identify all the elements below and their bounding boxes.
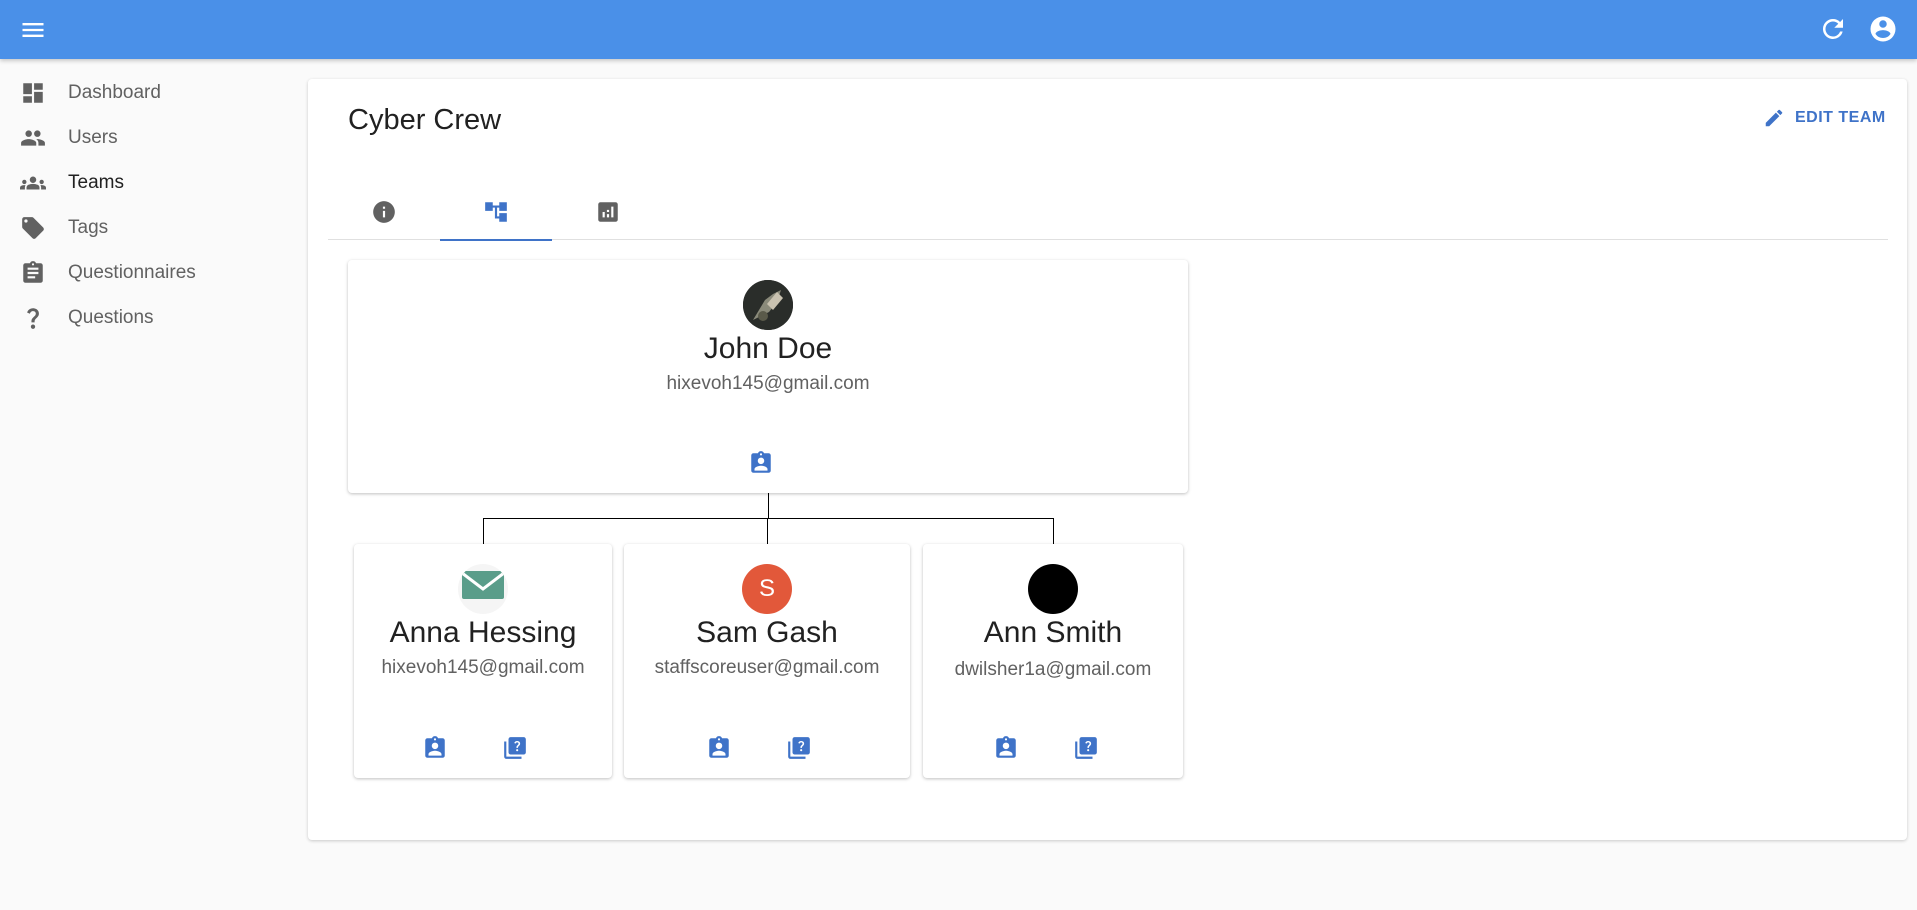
user-email: hixevoh145@gmail.com	[381, 657, 585, 678]
account-button[interactable]	[1868, 14, 1898, 44]
sidebar-item-label: Dashboard	[68, 82, 161, 103]
tab-analytics[interactable]	[552, 183, 664, 240]
edit-team-label: EDIT TEAM	[1795, 109, 1886, 126]
view-questions-button[interactable]	[786, 735, 812, 761]
quiz-icon	[788, 737, 810, 759]
avatar	[743, 280, 793, 330]
tree-connector	[1053, 518, 1054, 544]
assignment-ind-icon	[996, 736, 1016, 758]
assignment-ind-icon	[425, 736, 445, 758]
member-user-card: Anna Hessing hixevoh145@gmail.com	[354, 544, 612, 778]
refresh-button[interactable]	[1818, 14, 1848, 44]
tree-connector	[767, 518, 768, 544]
sidebar-item-questions[interactable]: Questions	[0, 295, 290, 340]
view-profile-button[interactable]	[748, 450, 774, 476]
sidebar: Dashboard Users Teams Tags Questionnaire…	[0, 70, 290, 340]
user-name: Anna Hessing	[389, 616, 577, 649]
user-name: John Doe	[703, 332, 833, 365]
tab-info[interactable]	[328, 183, 440, 240]
photo-avatar-icon	[743, 280, 793, 330]
quiz-icon	[504, 737, 526, 759]
avatar	[1028, 564, 1078, 614]
refresh-icon	[1822, 18, 1843, 39]
org-chart-icon	[485, 202, 507, 222]
question-mark-icon	[27, 308, 39, 329]
teams-icon	[20, 176, 46, 190]
dashboard-icon	[23, 83, 43, 103]
tab-org-chart[interactable]	[440, 183, 552, 241]
analytics-icon	[598, 202, 618, 222]
sidebar-item-label: Users	[68, 127, 118, 148]
account-circle-icon	[1870, 16, 1896, 42]
avatar	[458, 564, 508, 614]
user-email: hixevoh145@gmail.com	[666, 373, 870, 394]
view-questions-button[interactable]	[1073, 735, 1099, 761]
menu-button[interactable]	[18, 16, 48, 44]
tempmail-logo-icon	[461, 571, 505, 599]
sidebar-item-users[interactable]: Users	[0, 115, 290, 160]
tree-connector	[483, 518, 484, 544]
quiz-icon	[1075, 737, 1097, 759]
avatar-initial: S	[758, 575, 775, 602]
sidebar-item-label: Tags	[68, 217, 109, 238]
sidebar-item-label: Teams	[68, 172, 124, 193]
member-user-card: Ann Smith dwilsher1a@gmail.com	[923, 544, 1183, 778]
sidebar-item-questionnaires[interactable]: Questionnaires	[0, 250, 290, 295]
sidebar-item-label: Questions	[68, 307, 154, 328]
assignment-ind-icon	[709, 736, 729, 758]
sidebar-item-teams[interactable]: Teams	[0, 160, 290, 205]
sidebar-item-tags[interactable]: Tags	[0, 205, 290, 250]
view-profile-button[interactable]	[706, 735, 732, 761]
member-user-card: S Sam Gash staffscoreuser@gmail.com	[624, 544, 910, 778]
avatar: S	[742, 564, 792, 614]
team-tabs	[328, 183, 1888, 241]
pencil-icon	[1765, 109, 1783, 127]
app-bar	[0, 0, 1917, 59]
lead-user-card: John Doe hixevoh145@gmail.com	[348, 260, 1188, 493]
user-name: Sam Gash	[696, 616, 838, 649]
view-profile-button[interactable]	[993, 735, 1019, 761]
assignment-ind-icon	[751, 451, 771, 473]
clipboard-icon	[23, 261, 43, 283]
sidebar-item-label: Questionnaires	[68, 262, 196, 283]
user-email: staffscoreuser@gmail.com	[654, 657, 880, 678]
sidebar-item-dashboard[interactable]: Dashboard	[0, 70, 290, 115]
edit-team-button[interactable]: EDIT TEAM	[1763, 103, 1886, 133]
user-email: dwilsher1a@gmail.com	[954, 659, 1152, 680]
view-questions-button[interactable]	[502, 735, 528, 761]
users-icon	[21, 130, 45, 146]
team-detail-card: Cyber Crew EDIT TEAM John Doe hixevoh145…	[308, 79, 1907, 840]
user-name: Ann Smith	[983, 616, 1123, 649]
tag-icon	[22, 217, 44, 239]
tree-connector	[768, 493, 769, 518]
page-title: Cyber Crew	[348, 104, 502, 136]
menu-icon	[22, 23, 44, 37]
info-icon	[373, 201, 395, 223]
view-profile-button[interactable]	[422, 735, 448, 761]
tree-connector	[483, 518, 1054, 519]
